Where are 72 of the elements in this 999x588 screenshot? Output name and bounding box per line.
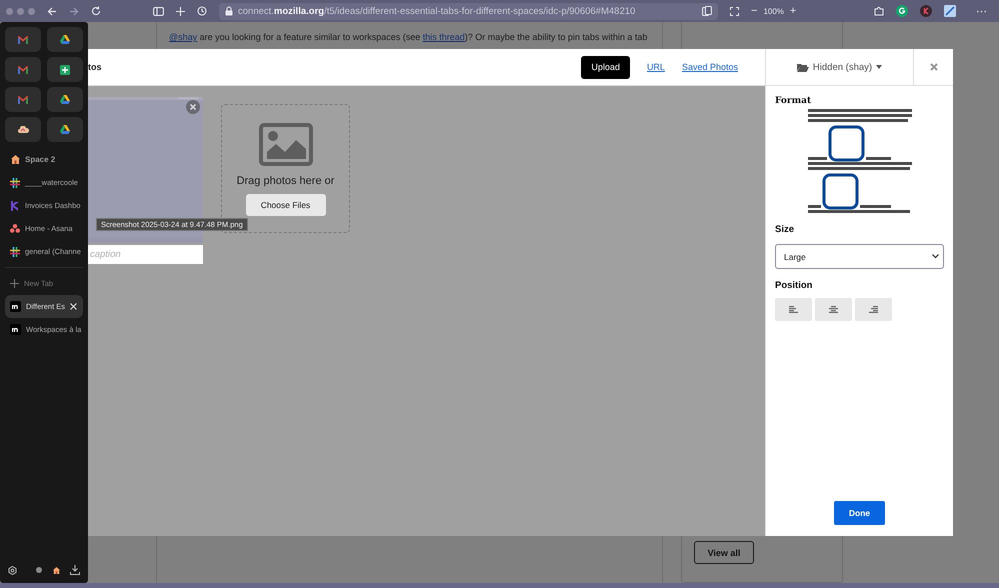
spreadsheet-icon bbox=[60, 64, 70, 74]
drive-icon bbox=[60, 125, 70, 134]
remove-icon[interactable] bbox=[186, 100, 200, 114]
mail-icon bbox=[18, 96, 28, 104]
history-icon[interactable] bbox=[197, 6, 207, 16]
space-name: Space 2 bbox=[25, 155, 56, 164]
caret-icon bbox=[876, 65, 882, 69]
caption-field[interactable]: caption bbox=[88, 245, 203, 264]
align-right-icon bbox=[869, 306, 878, 313]
pinned-tab[interactable] bbox=[47, 117, 83, 142]
position-label: Position bbox=[775, 280, 814, 291]
align-button[interactable] bbox=[855, 298, 892, 321]
album-dropdown[interactable]: Hidden (shay) bbox=[766, 49, 914, 85]
pinned-tab[interactable] bbox=[47, 57, 83, 82]
align-center-icon bbox=[829, 306, 838, 313]
house-icon[interactable] bbox=[53, 566, 60, 574]
pinned-tab[interactable] bbox=[47, 27, 83, 52]
plus-icon[interactable] bbox=[176, 6, 185, 16]
dialog-title: tos bbox=[88, 62, 102, 72]
mail-icon bbox=[18, 66, 28, 74]
download-icon[interactable] bbox=[70, 565, 80, 575]
close-icon[interactable] bbox=[70, 303, 77, 310]
align-left-icon bbox=[789, 306, 798, 313]
house-icon bbox=[11, 155, 20, 164]
menu-button[interactable]: ⋯ bbox=[976, 4, 987, 18]
choose-files-button[interactable]: Choose Files bbox=[246, 194, 326, 216]
pinned-tab[interactable] bbox=[5, 117, 41, 142]
cloud-icon bbox=[18, 126, 28, 133]
image-icon bbox=[258, 123, 312, 166]
address-bar[interactable]: connect.mozilla.org/t5/ideas/different-essential-tabs-for-different-spaces/idc-p/90606#M48210 bbox=[219, 2, 718, 20]
plus-icon bbox=[10, 279, 19, 288]
drop-hint: Drag photos here or bbox=[236, 175, 334, 187]
reader-view-icon[interactable] bbox=[702, 6, 712, 16]
zoom-level: 100% bbox=[763, 6, 784, 16]
done-button[interactable]: Done bbox=[834, 501, 885, 525]
zoom-in-button[interactable]: + bbox=[790, 5, 796, 17]
folder-icon bbox=[796, 62, 809, 72]
view-all-button[interactable]: View all bbox=[694, 541, 754, 564]
three-dots-icon bbox=[10, 224, 20, 233]
settings-icon[interactable] bbox=[8, 566, 17, 574]
size-select[interactable]: Large bbox=[775, 244, 944, 269]
align-button[interactable] bbox=[815, 298, 852, 321]
m-logo-icon bbox=[10, 301, 21, 312]
reload-icon[interactable] bbox=[91, 6, 101, 16]
comment-text: @shay are you looking for a feature similar to workspaces (see this thread)? Or maybe the ability to pin tabs within a tab bbox=[168, 31, 648, 44]
hash-icon bbox=[10, 178, 20, 188]
size-label: Size bbox=[775, 224, 796, 235]
hash-icon bbox=[10, 246, 20, 256]
source-tab[interactable]: Saved Photos bbox=[682, 62, 738, 72]
mail-icon bbox=[18, 36, 28, 44]
format-label: Format bbox=[775, 96, 812, 106]
source-tab[interactable]: Upload bbox=[581, 56, 630, 78]
chevron-icon bbox=[932, 254, 939, 259]
layout-drawing[interactable] bbox=[808, 109, 912, 215]
k-extension-icon[interactable] bbox=[920, 5, 932, 17]
drive-icon bbox=[60, 35, 70, 44]
drive-icon bbox=[60, 95, 70, 104]
zoom-out-button[interactable]: − bbox=[751, 5, 758, 17]
fullscreen-icon[interactable] bbox=[730, 6, 739, 16]
lock-icon bbox=[225, 6, 233, 16]
m-logo-icon bbox=[10, 324, 21, 335]
edit-extension-icon[interactable] bbox=[944, 5, 956, 17]
close-icon bbox=[930, 63, 938, 71]
align-button[interactable] bbox=[775, 298, 812, 321]
sidebar-toggle-icon[interactable] bbox=[153, 6, 164, 16]
url-text: connect.mozilla.org/t5/ideas/different-essential-tabs-for-different-spaces/idc-p/90606#M48210 bbox=[238, 6, 636, 16]
dot-icon[interactable] bbox=[36, 567, 42, 573]
k-logo-icon bbox=[10, 200, 20, 210]
grammar-extension-icon[interactable] bbox=[896, 5, 908, 17]
source-tab[interactable]: URL bbox=[646, 62, 665, 72]
back-arrow-icon[interactable] bbox=[47, 6, 57, 16]
pinned-tab[interactable] bbox=[47, 87, 83, 112]
